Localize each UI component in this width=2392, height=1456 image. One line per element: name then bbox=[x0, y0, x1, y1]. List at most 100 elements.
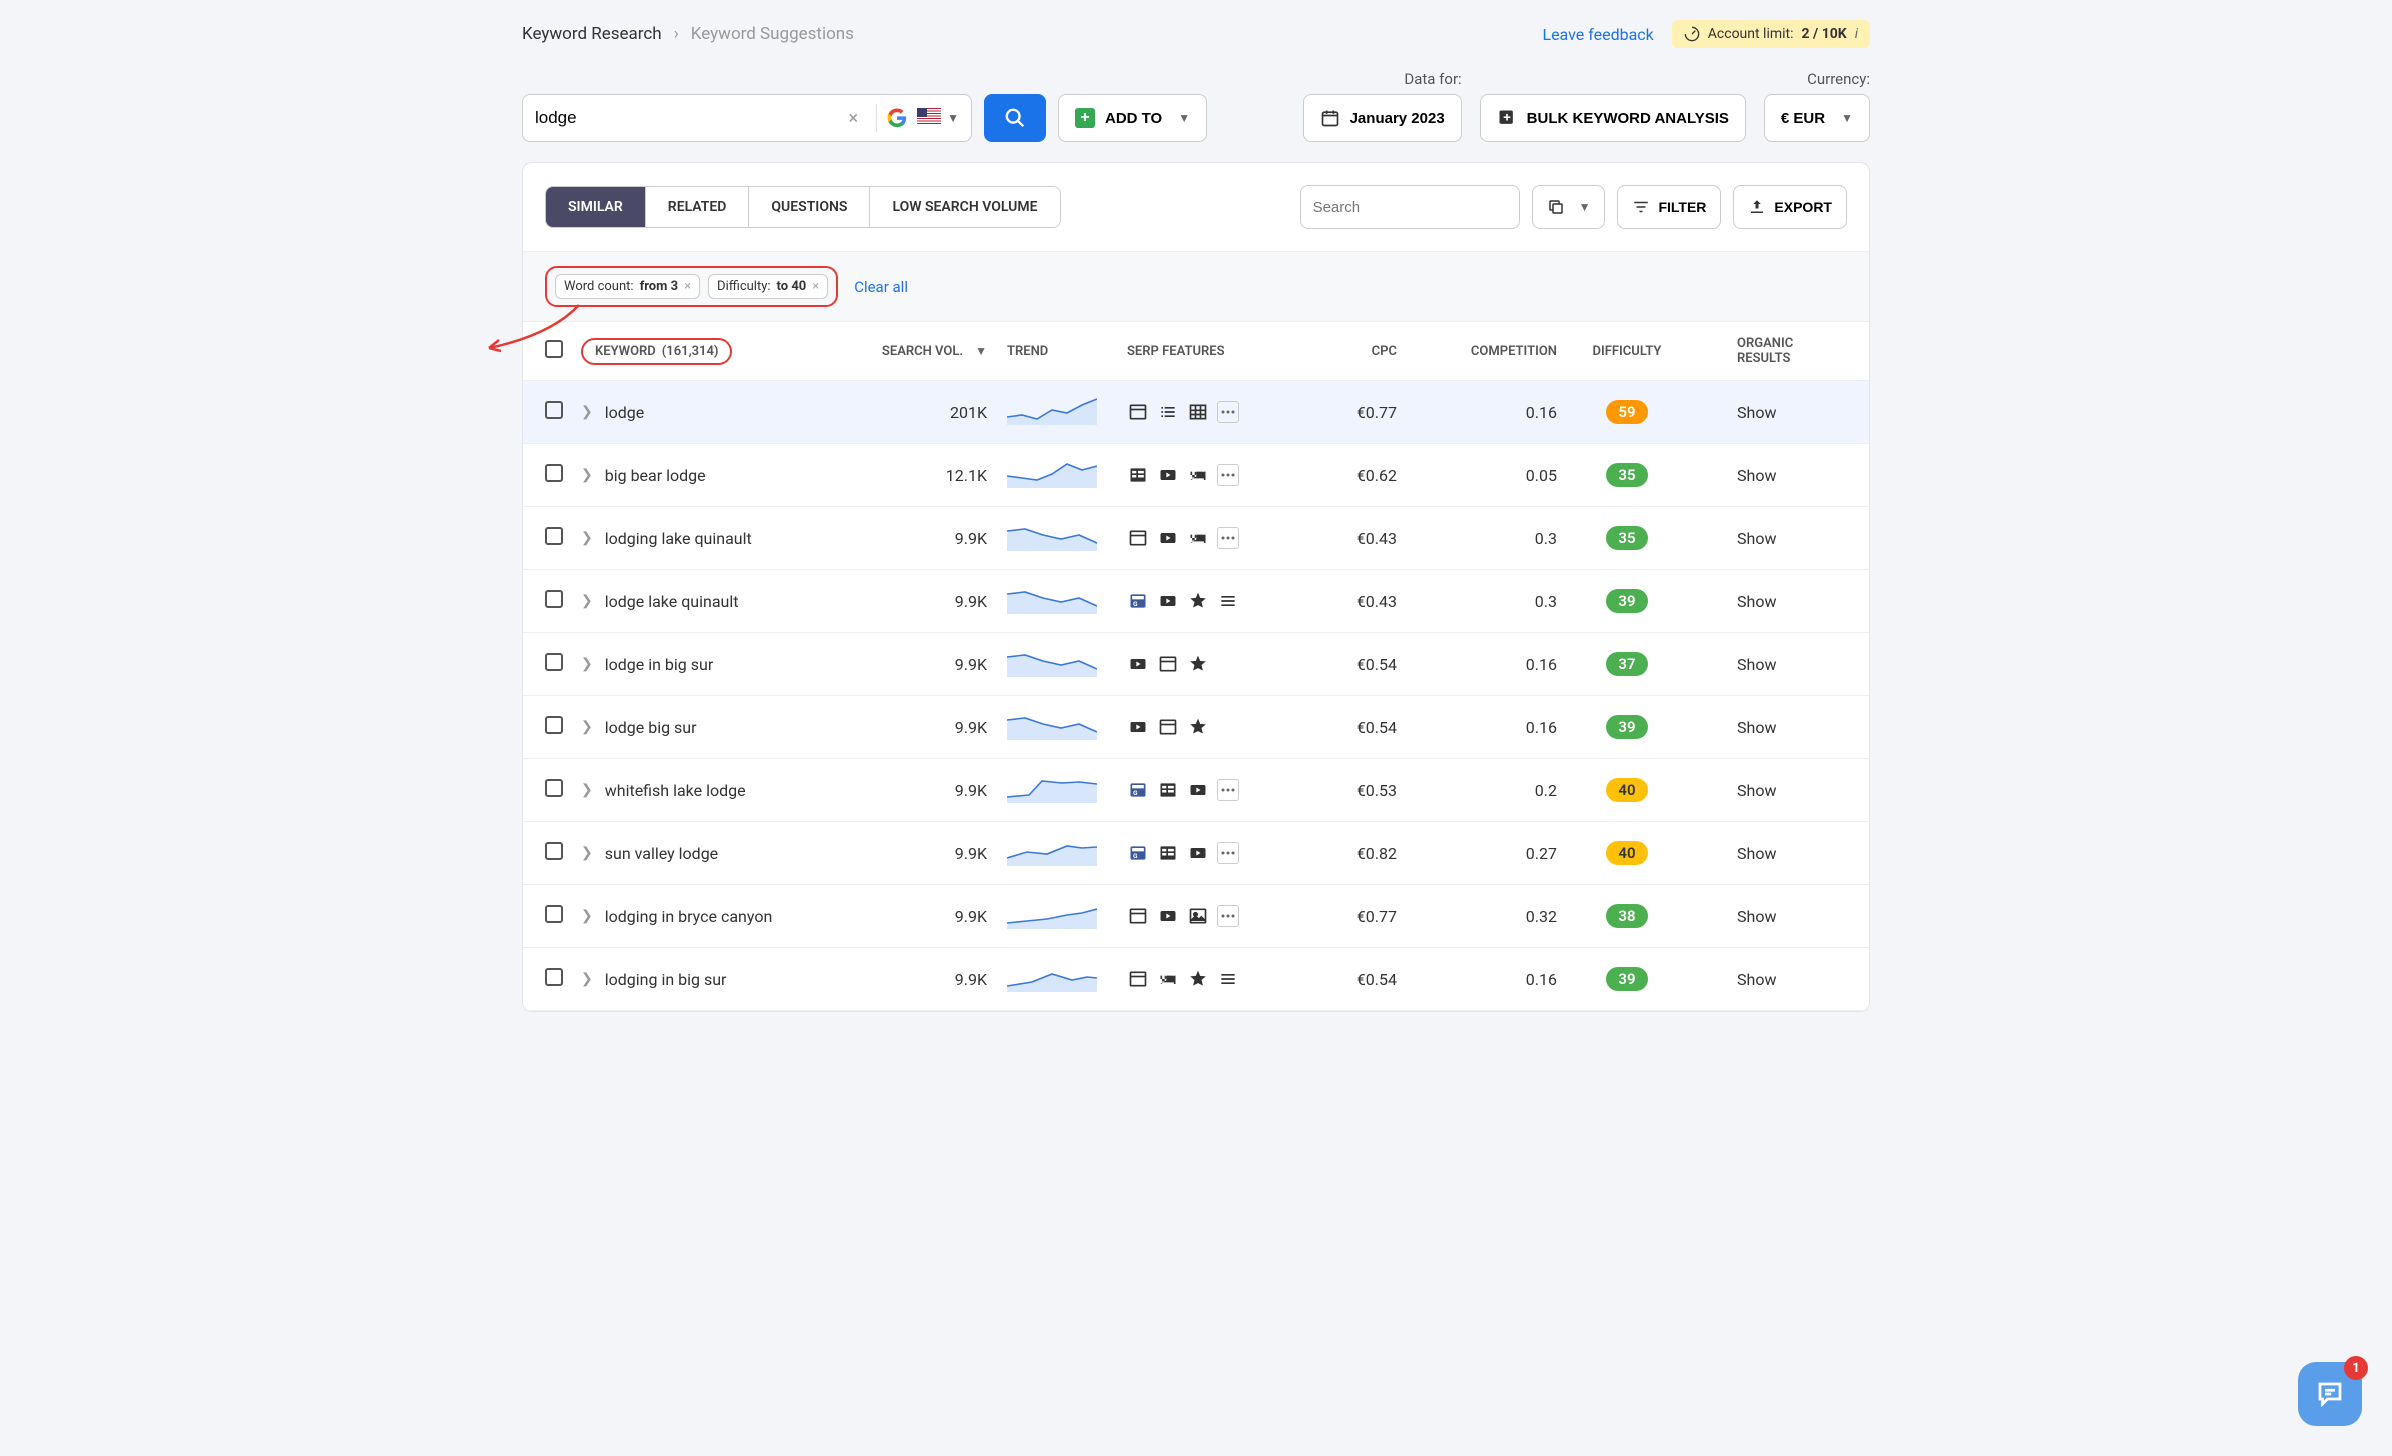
expand-icon[interactable]: ❯ bbox=[581, 719, 593, 735]
keyword-text[interactable]: whitefish lake lodge bbox=[605, 781, 746, 800]
difficulty-cell: 40 bbox=[1557, 841, 1697, 865]
col-cpc[interactable]: CPC bbox=[1287, 344, 1397, 359]
remove-filter-icon[interactable]: × bbox=[684, 279, 691, 294]
table-search[interactable] bbox=[1300, 185, 1520, 229]
date-picker-button[interactable]: January 2023 bbox=[1303, 94, 1462, 142]
organic-cell[interactable]: Show bbox=[1697, 403, 1847, 422]
keyword-input[interactable] bbox=[535, 108, 841, 128]
filter-chip-wordcount[interactable]: Word count: from 3 × bbox=[555, 274, 700, 299]
tab-questions[interactable]: QUESTIONS bbox=[749, 187, 870, 227]
keyword-text[interactable]: lodging in bryce canyon bbox=[605, 907, 773, 926]
tab-related[interactable]: RELATED bbox=[646, 187, 750, 227]
google-business-serp-icon: G bbox=[1127, 842, 1149, 864]
tab-low-search-volume[interactable]: LOW SEARCH VOLUME bbox=[870, 187, 1059, 227]
remove-filter-icon[interactable]: × bbox=[812, 279, 819, 294]
more-serp-icon[interactable] bbox=[1217, 527, 1239, 549]
more-serp-icon[interactable] bbox=[1217, 464, 1239, 486]
more-serp-icon[interactable] bbox=[1217, 905, 1239, 927]
keyword-text[interactable]: lodging in big sur bbox=[605, 970, 727, 989]
add-to-button[interactable]: + ADD TO ▼ bbox=[1058, 94, 1207, 142]
row-checkbox[interactable] bbox=[545, 653, 563, 671]
row-checkbox[interactable] bbox=[545, 716, 563, 734]
col-trend[interactable]: TREND bbox=[987, 344, 1127, 359]
row-checkbox[interactable] bbox=[545, 527, 563, 545]
organic-cell[interactable]: Show bbox=[1697, 781, 1847, 800]
search-vol-cell: 9.9K bbox=[867, 907, 987, 926]
row-checkbox[interactable] bbox=[545, 464, 563, 482]
expand-icon[interactable]: ❯ bbox=[581, 656, 593, 672]
keyword-text[interactable]: big bear lodge bbox=[605, 466, 706, 485]
table-search-input[interactable] bbox=[1313, 199, 1512, 216]
search-vol-cell: 9.9K bbox=[867, 592, 987, 611]
copy-button[interactable]: ▼ bbox=[1532, 185, 1606, 229]
star-serp-icon bbox=[1187, 653, 1209, 675]
cpc-cell: €0.54 bbox=[1287, 655, 1397, 674]
account-limit-badge[interactable]: Account limit: 2 / 10K i bbox=[1672, 20, 1870, 48]
list-serp-icon bbox=[1157, 401, 1179, 423]
filter-chip-difficulty[interactable]: Difficulty: to 40 × bbox=[708, 274, 828, 299]
clear-input-icon[interactable]: × bbox=[841, 108, 867, 129]
export-icon bbox=[1748, 198, 1766, 216]
row-checkbox[interactable] bbox=[545, 401, 563, 419]
flag-us-icon[interactable] bbox=[917, 108, 941, 128]
organic-cell[interactable]: Show bbox=[1697, 970, 1847, 989]
clear-all-link[interactable]: Clear all bbox=[854, 278, 908, 296]
currency-select[interactable]: € EUR ▼ bbox=[1764, 94, 1870, 142]
bulk-analysis-button[interactable]: BULK KEYWORD ANALYSIS bbox=[1480, 94, 1746, 142]
difficulty-cell: 35 bbox=[1557, 526, 1697, 550]
expand-icon[interactable]: ❯ bbox=[581, 530, 593, 546]
keyword-header-badge[interactable]: KEYWORD (161,314) bbox=[581, 338, 732, 365]
google-icon[interactable] bbox=[887, 108, 907, 128]
search-button[interactable] bbox=[984, 94, 1046, 142]
row-checkbox[interactable] bbox=[545, 968, 563, 986]
organic-cell[interactable]: Show bbox=[1697, 907, 1847, 926]
row-checkbox[interactable] bbox=[545, 779, 563, 797]
star-serp-icon bbox=[1187, 590, 1209, 612]
keyword-text[interactable]: lodging lake quinault bbox=[605, 529, 752, 548]
expand-icon[interactable]: ❯ bbox=[581, 404, 593, 420]
tab-similar[interactable]: SIMILAR bbox=[546, 187, 646, 227]
chat-fab[interactable]: 1 bbox=[2298, 1362, 2362, 1426]
organic-cell[interactable]: Show bbox=[1697, 466, 1847, 485]
col-serp[interactable]: SERP FEATURES bbox=[1127, 344, 1287, 359]
expand-icon[interactable]: ❯ bbox=[581, 908, 593, 924]
row-checkbox[interactable] bbox=[545, 842, 563, 860]
expand-icon[interactable]: ❯ bbox=[581, 467, 593, 483]
chevron-down-icon[interactable]: ▼ bbox=[947, 111, 959, 125]
row-checkbox[interactable] bbox=[545, 590, 563, 608]
row-checkbox[interactable] bbox=[545, 905, 563, 923]
organic-cell[interactable]: Show bbox=[1697, 655, 1847, 674]
more-serp-icon[interactable] bbox=[1217, 401, 1239, 423]
organic-cell[interactable]: Show bbox=[1697, 592, 1847, 611]
keyword-text[interactable]: lodge bbox=[605, 403, 645, 422]
expand-icon[interactable]: ❯ bbox=[581, 593, 593, 609]
breadcrumb-root[interactable]: Keyword Research bbox=[522, 24, 662, 44]
hotel-serp-icon bbox=[1187, 464, 1209, 486]
trend-cell bbox=[987, 836, 1127, 870]
export-button[interactable]: EXPORT bbox=[1733, 185, 1847, 229]
date-serp-icon bbox=[1127, 401, 1149, 423]
expand-icon[interactable]: ❯ bbox=[581, 971, 593, 987]
table-row: ❯ lodging in bryce canyon 9.9K €0.77 0.3… bbox=[523, 885, 1869, 948]
col-organic[interactable]: ORGANIC RESULTS bbox=[1697, 336, 1847, 366]
organic-cell[interactable]: Show bbox=[1697, 718, 1847, 737]
filter-button[interactable]: FILTER bbox=[1617, 185, 1721, 229]
keyword-text[interactable]: lodge in big sur bbox=[605, 655, 714, 674]
cpc-cell: €0.77 bbox=[1287, 403, 1397, 422]
col-competition[interactable]: COMPETITION bbox=[1397, 344, 1557, 359]
keyword-text[interactable]: sun valley lodge bbox=[605, 844, 718, 863]
more-serp-icon[interactable] bbox=[1217, 842, 1239, 864]
cpc-cell: €0.77 bbox=[1287, 907, 1397, 926]
col-search-vol[interactable]: SEARCH VOL. ▼ bbox=[867, 344, 987, 359]
chevron-down-icon: ▼ bbox=[1841, 111, 1853, 125]
keyword-text[interactable]: lodge big sur bbox=[605, 718, 697, 737]
organic-cell[interactable]: Show bbox=[1697, 844, 1847, 863]
col-difficulty[interactable]: DIFFICULTY bbox=[1557, 344, 1697, 359]
organic-cell[interactable]: Show bbox=[1697, 529, 1847, 548]
expand-icon[interactable]: ❯ bbox=[581, 845, 593, 861]
keyword-input-wrap[interactable]: × ▼ bbox=[522, 94, 972, 142]
leave-feedback-link[interactable]: Leave feedback bbox=[1542, 25, 1653, 44]
expand-icon[interactable]: ❯ bbox=[581, 782, 593, 798]
more-serp-icon[interactable] bbox=[1217, 779, 1239, 801]
keyword-text[interactable]: lodge lake quinault bbox=[605, 592, 739, 611]
